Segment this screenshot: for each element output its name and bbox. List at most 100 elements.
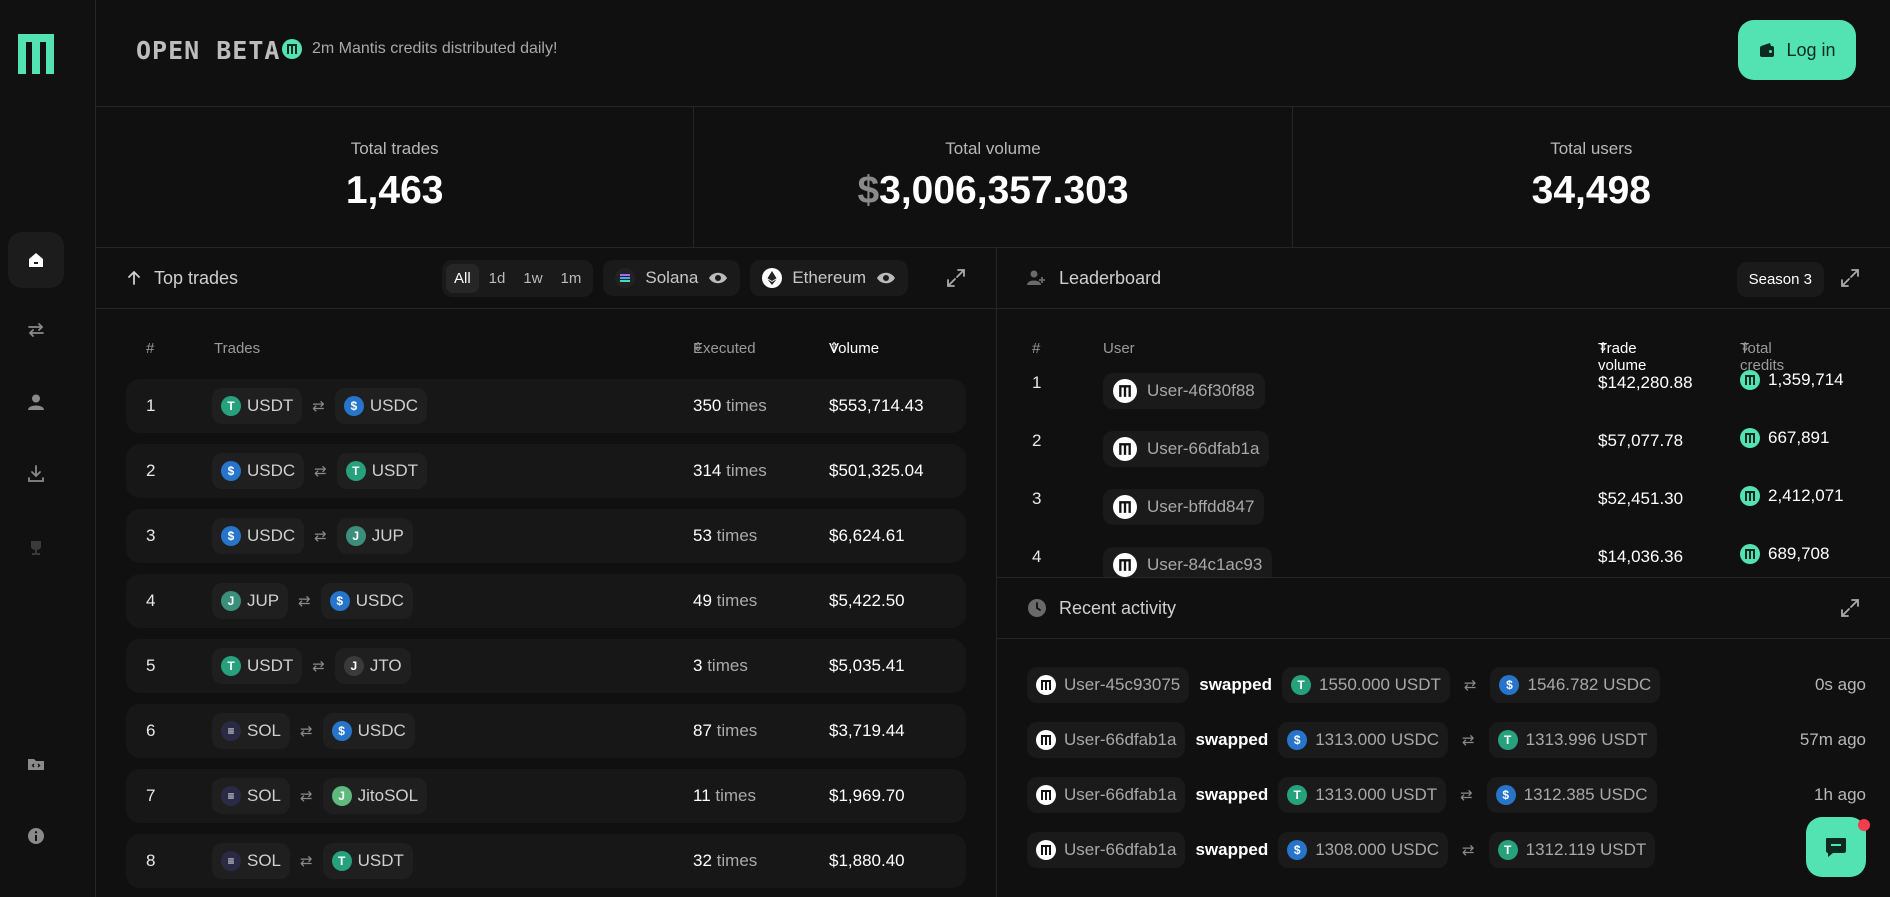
token-icon: ≡ <box>221 721 241 741</box>
leaderboard-row[interactable]: 4 User-84c1ac93 $14,036.36 689,708 <box>997 536 1890 577</box>
leader-rank: 4 <box>1032 547 1042 566</box>
amount-chip: T 1550.000 USDT <box>1282 667 1450 703</box>
swap-arrows-icon: ⇄ <box>1463 677 1477 694</box>
period-all[interactable]: All <box>446 264 479 293</box>
token-icon: ≡ <box>221 851 241 871</box>
amount-to: 1312.385 USDC <box>1523 785 1648 804</box>
chain-toggle-solana[interactable]: Solana <box>603 260 741 296</box>
user-chip[interactable]: User-bffdd847 <box>1103 489 1265 525</box>
notification-dot <box>1858 819 1870 831</box>
credits-value: 2,412,071 <box>1768 486 1844 505</box>
login-button[interactable]: Log in <box>1738 20 1856 80</box>
nav-trophy[interactable] <box>8 520 64 576</box>
trade-rank: 4 <box>146 591 156 610</box>
token-symbol: JUP <box>247 591 280 610</box>
leaderboard-panel: Leaderboard Season 3 # User Trade volume… <box>997 248 1890 578</box>
token-chip: $ USDC <box>212 453 305 489</box>
swap-arrows-icon: ⇄ <box>300 853 313 870</box>
nav-swap[interactable] <box>8 302 64 358</box>
top-trades-header: Top trades All 1d 1w 1m Solana Ethereum <box>96 248 996 309</box>
clock-icon <box>1028 599 1046 617</box>
stat-total-trades: Total trades 1,463 <box>96 107 695 247</box>
table-row[interactable]: 4 J JUP ⇄ $ USDC 49 times $5,422.50 <box>126 574 966 628</box>
executed-number: 11 <box>693 786 711 805</box>
table-row[interactable]: 7 ≡ SOL ⇄ J JitoSOL 11 times $1,969.70 <box>126 769 966 823</box>
activity-item[interactable]: User-66dfab1a swapped $1308.000 USDC ⇄ T… <box>1027 830 1866 870</box>
trade-volume: $5,035.41 <box>829 656 905 675</box>
period-1d[interactable]: 1d <box>481 264 514 293</box>
mantis-credit-icon <box>282 39 302 59</box>
sort-icon: ⇕ <box>693 340 704 354</box>
stat-label: Total volume <box>945 139 1041 158</box>
mantis-logo[interactable] <box>18 34 54 74</box>
token-chip: $ USDC <box>212 518 305 554</box>
top-trades-panel: Top trades All 1d 1w 1m Solana Ethereum … <box>96 248 997 897</box>
stats-bar: Total trades 1,463 Total volume $3,006,3… <box>96 107 1890 248</box>
expand-icon[interactable] <box>1840 268 1860 288</box>
user-chip[interactable]: User-66dfab1a <box>1027 777 1186 813</box>
nav-developer[interactable] <box>8 736 64 792</box>
beta-announcement: 2m Mantis credits distributed daily! <box>282 39 557 59</box>
executed-count: 87 times <box>693 721 757 741</box>
user-name: User-bffdd847 <box>1147 497 1255 516</box>
table-row[interactable]: 5 T USDT ⇄ J JTO 3 times $5,035.41 <box>126 639 966 693</box>
table-row[interactable]: 2 $ USDC ⇄ T USDT 314 times $501,325.04 <box>126 444 966 498</box>
chain-toggle-ethereum[interactable]: Ethereum <box>750 260 909 296</box>
nav-download[interactable] <box>8 446 64 502</box>
activity-item[interactable]: User-66dfab1a swapped $1313.000 USDC ⇄ T… <box>1027 720 1866 760</box>
table-row[interactable]: 3 $ USDC ⇄ J JUP 53 times $6,624.61 <box>126 509 966 563</box>
sort-icon: ⇕ <box>1598 340 1609 354</box>
table-row[interactable]: 8 ≡ SOL ⇄ T USDT 32 times $1,880.40 <box>126 834 966 888</box>
amount-chip: T 1313.996 USDT <box>1488 722 1657 758</box>
token-icon: T <box>1287 785 1308 805</box>
user-chip[interactable]: User-66dfab1a <box>1027 832 1186 868</box>
token-chip: T USDT <box>336 453 428 489</box>
period-1m[interactable]: 1m <box>553 264 590 293</box>
leaderboard-row[interactable]: 1 User-46f30f88 $142,280.88 1,359,714 <box>997 362 1890 409</box>
token-chip: $ USDC <box>334 388 428 424</box>
support-chat-button[interactable] <box>1806 817 1870 877</box>
token-icon: $ <box>221 526 241 546</box>
season-selector[interactable]: Season 3 <box>1736 262 1824 297</box>
user-chip[interactable]: User-66dfab1a <box>1027 722 1186 758</box>
swap-arrows-icon: ⇄ <box>312 398 325 415</box>
swap-arrows-icon: ⇄ <box>1460 787 1473 804</box>
arrow-up-icon <box>128 270 140 285</box>
user-chip[interactable]: User-46f30f88 <box>1103 373 1265 409</box>
token-symbol: USDC <box>247 461 296 480</box>
swap-arrows-icon: ⇄ <box>314 528 327 545</box>
leaderboard-row[interactable]: 2 User-66dfab1a $57,077.78 667,891 <box>997 420 1890 467</box>
token-symbol: USDT <box>247 656 294 675</box>
user-chip[interactable]: User-45c93075 <box>1027 667 1190 703</box>
amount-to: 1546.782 USDC <box>1527 675 1652 694</box>
token-icon: T <box>1291 675 1311 695</box>
token-chip: ≡ SOL <box>212 778 291 814</box>
token-icon: T <box>331 851 352 871</box>
activity-verb: swapped <box>1199 675 1272 694</box>
nav-info[interactable] <box>8 808 64 864</box>
leaderboard-row[interactable]: 3 User-bffdd847 $52,451.30 2,412,071 <box>997 478 1890 525</box>
expand-icon[interactable] <box>946 268 966 288</box>
token-chip: $ USDC <box>320 583 413 619</box>
leader-volume: $142,280.88 <box>1598 373 1693 392</box>
nav-profile[interactable] <box>8 374 64 430</box>
table-row[interactable]: 6 ≡ SOL ⇄ $ USDC 87 times $3,719.44 <box>126 704 966 758</box>
user-chip[interactable]: User-84c1ac93 <box>1103 547 1273 577</box>
user-avatar-icon <box>1036 730 1056 750</box>
executed-number: 49 <box>693 591 712 610</box>
beta-announcement-text: 2m Mantis credits distributed daily! <box>312 40 558 57</box>
col-rank: # <box>146 340 155 357</box>
period-1w[interactable]: 1w <box>515 264 550 293</box>
user-chip[interactable]: User-66dfab1a <box>1103 431 1270 467</box>
executed-number: 53 <box>693 526 712 545</box>
table-row[interactable]: 1 T USDT ⇄ $ USDC 350 times $553,714.43 <box>126 379 966 433</box>
trade-rank: 3 <box>146 526 156 545</box>
nav-home[interactable] <box>8 232 64 288</box>
activity-item[interactable]: User-66dfab1a swapped T 1313.000 USDT ⇄ $… <box>1027 775 1866 815</box>
amount-chip: T 1313.000 USDT <box>1278 777 1447 813</box>
leader-rank: 3 <box>1032 489 1042 508</box>
activity-item[interactable]: User-45c93075 swapped T 1550.000 USDT ⇄ $… <box>1027 665 1866 705</box>
swap-arrows-icon: ⇄ <box>298 593 311 610</box>
executed-count: 53 times <box>693 526 757 546</box>
expand-icon[interactable] <box>1840 598 1860 618</box>
